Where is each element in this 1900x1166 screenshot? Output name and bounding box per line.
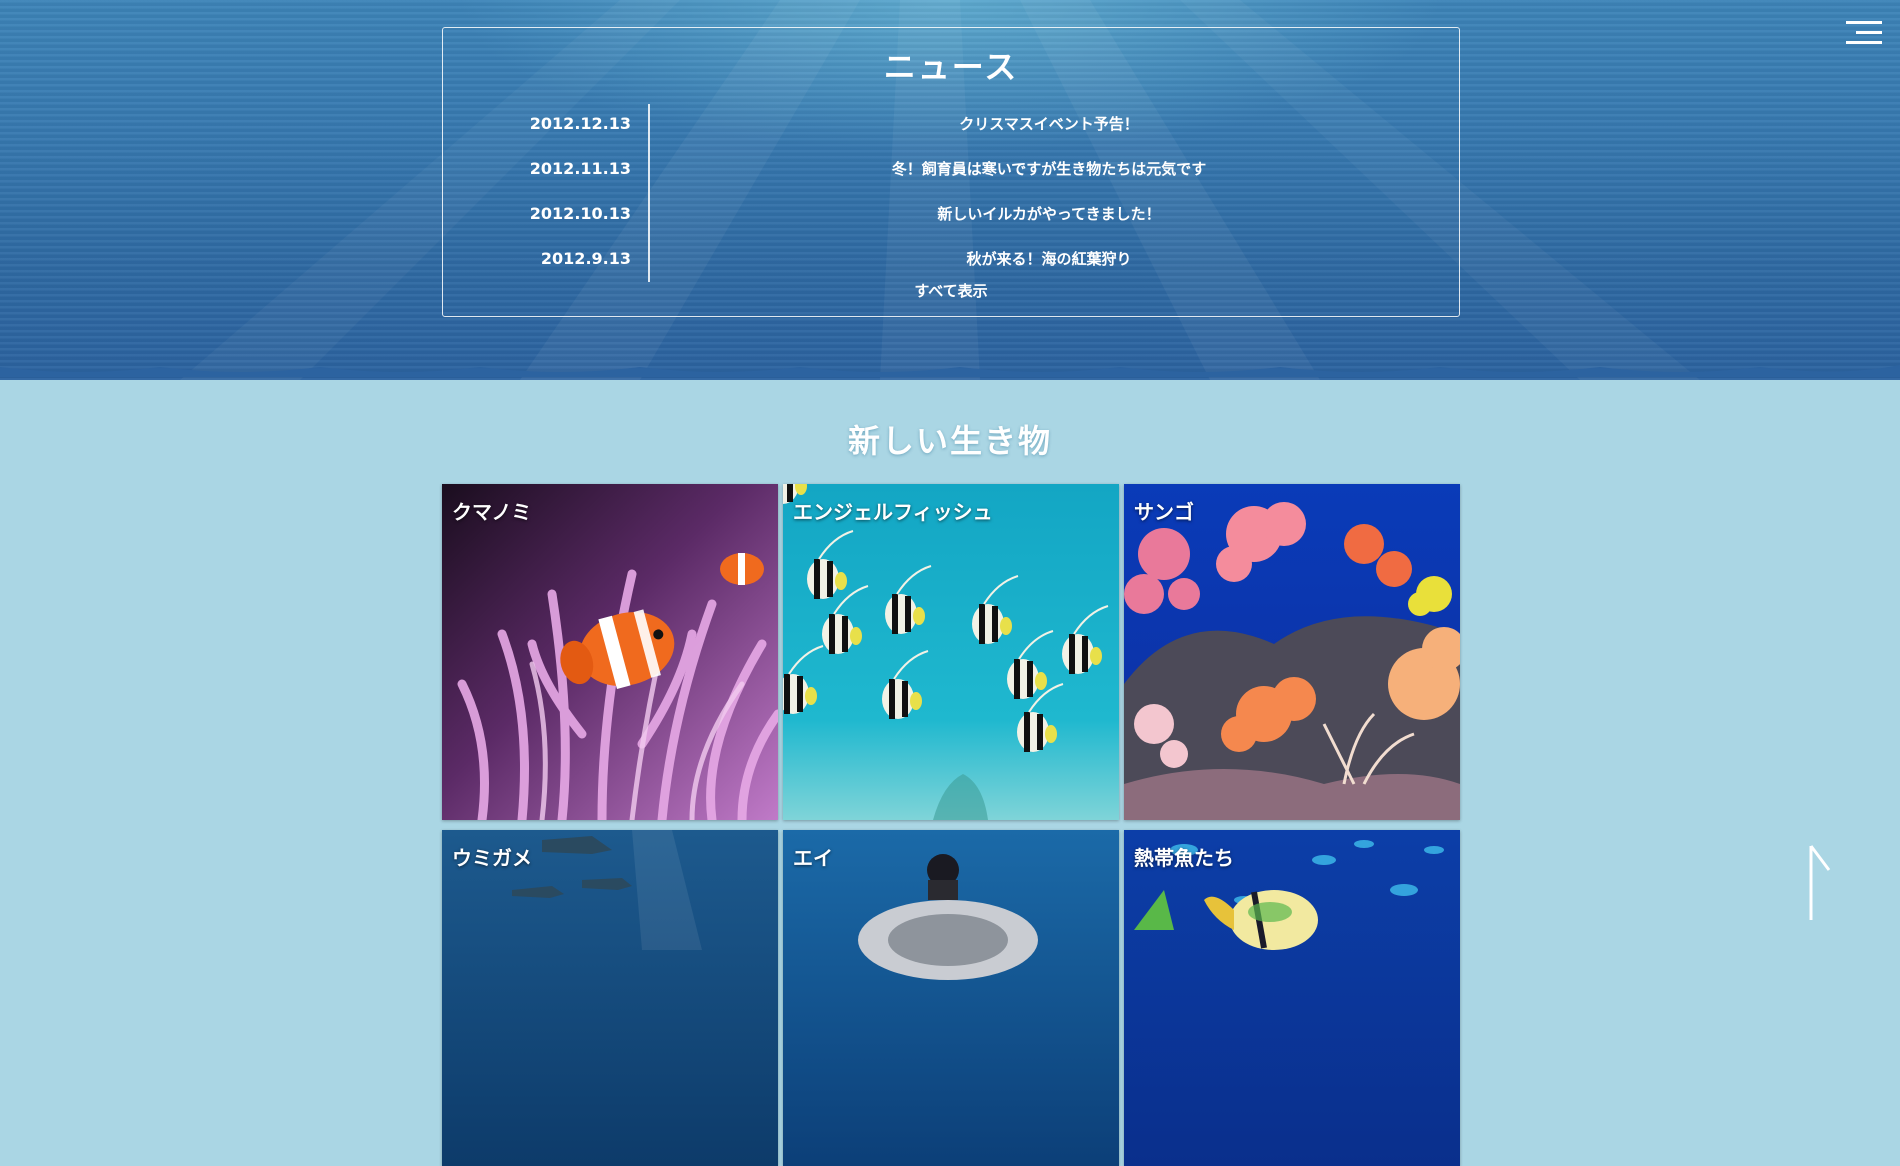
hamburger-menu-icon[interactable] <box>1842 21 1882 47</box>
news-link[interactable]: 新しいイルカがやってきました！ <box>649 194 1449 234</box>
news-link[interactable]: 冬！飼育員は寒いですが生き物たちは元気です <box>649 149 1449 189</box>
news-link[interactable]: 秋が来る！海の紅葉狩り <box>649 239 1449 279</box>
card-label: サンゴ <box>1134 500 1194 524</box>
creature-card-coral[interactable]: サンゴ <box>1124 484 1460 820</box>
view-all-news-link[interactable]: すべて表示 <box>443 280 1459 301</box>
card-label: クマノミ <box>452 500 532 524</box>
news-list: 2012.12.13 クリスマスイベント予告！ 2012.11.13 冬！飼育員… <box>443 104 1459 284</box>
sea-turtle-image <box>442 830 778 1166</box>
card-label: ウミガメ <box>452 846 532 870</box>
news-date: 2012.9.13 <box>540 249 631 268</box>
card-label: エイ <box>793 846 833 870</box>
news-item[interactable]: 2012.9.13 秋が来る！海の紅葉狩り <box>443 239 1459 284</box>
news-title: ニュース <box>883 48 1019 86</box>
news-item[interactable]: 2012.12.13 クリスマスイベント予告！ <box>443 104 1459 149</box>
creature-card-ray[interactable]: エイ <box>783 830 1119 1166</box>
section-title: 新しい生き物 <box>847 422 1052 460</box>
card-label: 熱帯魚たち <box>1134 846 1234 870</box>
creature-card-tropical-fish[interactable]: 熱帯魚たち <box>1124 830 1460 1166</box>
creature-card-clownfish[interactable]: クマノミ <box>442 484 778 820</box>
up-arrow-icon[interactable] <box>1798 842 1832 922</box>
wave-divider <box>0 365 1900 377</box>
coral-image <box>1124 484 1460 820</box>
news-item[interactable]: 2012.10.13 新しいイルカがやってきました！ <box>443 194 1459 239</box>
news-date: 2012.10.13 <box>529 204 631 223</box>
news-panel: ニュース 2012.12.13 クリスマスイベント予告！ 2012.11.13 … <box>442 27 1460 317</box>
card-label: エンジェルフィッシュ <box>793 500 993 524</box>
tropical-fish-image <box>1124 830 1460 1166</box>
ray-image <box>783 830 1119 1166</box>
creature-card-sea-turtle[interactable]: ウミガメ <box>442 830 778 1166</box>
news-hero: ニュース 2012.12.13 クリスマスイベント予告！ 2012.11.13 … <box>0 0 1900 380</box>
news-link[interactable]: クリスマスイベント予告！ <box>649 104 1449 144</box>
news-date: 2012.12.13 <box>529 114 631 133</box>
clownfish-image <box>442 484 778 820</box>
news-date: 2012.11.13 <box>529 159 631 178</box>
creature-card-angelfish[interactable]: エンジェルフィッシュ <box>783 484 1119 820</box>
news-item[interactable]: 2012.11.13 冬！飼育員は寒いですが生き物たちは元気です <box>443 149 1459 194</box>
angelfish-image <box>783 484 1119 820</box>
